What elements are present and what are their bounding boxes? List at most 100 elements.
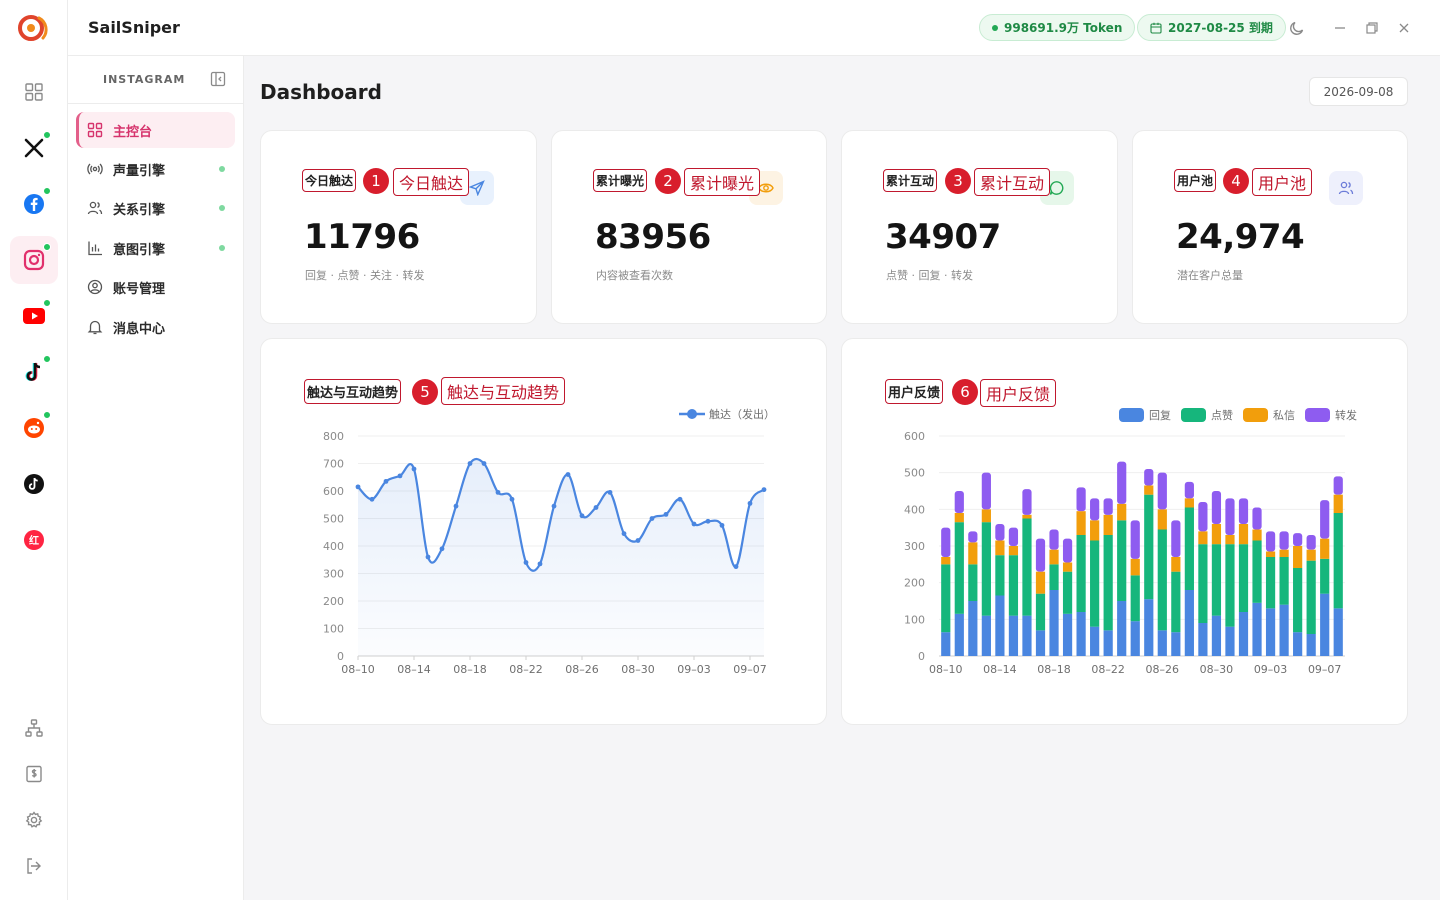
x-tick-label: 08–22 — [509, 663, 543, 676]
status-dot — [219, 245, 225, 251]
bar-segment — [941, 557, 951, 565]
data-point — [509, 496, 515, 502]
x-icon[interactable] — [10, 124, 58, 172]
bar-segment — [1035, 538, 1046, 572]
bar-segment — [1144, 599, 1154, 656]
sidebar-item-intent-engine[interactable]: 意图引擎 — [76, 230, 235, 266]
bar-segment — [981, 472, 991, 510]
bar-segment — [1320, 558, 1330, 594]
sidebar-item-relation-engine[interactable]: 关系引擎 — [76, 190, 235, 226]
data-point — [397, 473, 403, 479]
bar-segment — [1306, 535, 1316, 550]
bar-segment — [941, 527, 951, 557]
instagram-icon[interactable] — [10, 236, 58, 284]
bar-segment — [1090, 520, 1100, 541]
account-icon — [86, 278, 104, 296]
logout-icon[interactable] — [22, 854, 46, 878]
x-tick-label: 08–26 — [1146, 663, 1180, 676]
data-point — [761, 487, 767, 493]
bar-segment — [1320, 593, 1330, 656]
token-balance-badge[interactable]: 998691.9万 Token — [979, 14, 1136, 41]
tiktok-icon[interactable] — [10, 348, 58, 396]
stat-description: 内容被查看次数 — [596, 269, 673, 282]
stat-description: 潜在客户总量 — [1177, 269, 1243, 282]
bar-segment — [1211, 491, 1222, 524]
bar-segment — [1238, 498, 1249, 524]
status-dot — [43, 187, 51, 195]
bar-segment — [981, 509, 991, 523]
settings-icon[interactable] — [22, 808, 46, 832]
tiktok-alt-icon[interactable] — [10, 460, 58, 508]
annotation-badge: 3 — [945, 168, 971, 194]
y-tick-label: 700 — [323, 458, 344, 471]
y-tick-label: 800 — [323, 430, 344, 443]
bar-segment — [1252, 529, 1262, 541]
facebook-icon[interactable] — [10, 180, 58, 228]
bar-segment — [981, 522, 991, 616]
xiaohongshu-icon[interactable]: 红 — [10, 516, 58, 564]
theme-moon-icon[interactable] — [1287, 18, 1307, 38]
bar-segment — [1293, 533, 1303, 546]
bar-segment — [1279, 604, 1289, 656]
data-point — [593, 505, 599, 510]
app-title: SailSniper — [88, 18, 180, 37]
billing-icon[interactable] — [22, 762, 46, 786]
data-point — [439, 546, 445, 552]
sidebar-item-volume-engine[interactable]: 声量引擎 — [76, 151, 235, 187]
data-point — [453, 503, 459, 509]
sidebar-item-label: 消息中心 — [113, 321, 166, 337]
bar-segment — [1184, 481, 1194, 499]
stat-value: 11796 — [304, 217, 420, 257]
bar-segment — [1035, 571, 1046, 594]
bar-segment — [954, 522, 964, 614]
bar-segment — [1225, 544, 1235, 627]
bar-segment — [1320, 538, 1330, 559]
sidebar-item-message-center[interactable]: 消息中心 — [76, 309, 235, 345]
bar-segment — [1090, 626, 1100, 656]
youtube-icon[interactable] — [10, 292, 58, 340]
reddit-icon[interactable] — [10, 404, 58, 452]
bar-segment — [1333, 608, 1343, 656]
bar-segment — [968, 564, 978, 601]
bar-segment — [1035, 630, 1046, 656]
sidebar-item-label: 意图引擎 — [113, 242, 166, 258]
data-point — [481, 461, 487, 466]
sidebar-header: INSTAGRAM — [68, 56, 243, 104]
calendar-icon — [1150, 22, 1162, 34]
y-tick-label: 500 — [904, 467, 925, 480]
expiry-badge[interactable]: 2027-08-25 到期 — [1137, 14, 1286, 41]
stat-label: 累计互动 — [883, 169, 938, 192]
collapse-sidebar-icon[interactable] — [210, 71, 228, 89]
bar-segment — [1265, 531, 1276, 552]
x-tick-label: 08–18 — [453, 663, 487, 676]
restore-icon[interactable] — [1362, 18, 1382, 38]
bar-segment — [1117, 601, 1127, 656]
grid-apps-icon[interactable] — [10, 68, 58, 116]
stat-card-total-impressions: 累计曝光 2 累计曝光 83956 内容被查看次数 — [551, 130, 827, 324]
y-tick-label: 0 — [337, 650, 344, 663]
bar-segment — [1171, 571, 1181, 633]
sitemap-icon[interactable] — [22, 716, 46, 740]
bar-segment — [1049, 529, 1059, 550]
bar-segment — [1062, 571, 1073, 614]
bar-segment — [1103, 498, 1113, 515]
bar-segment — [1198, 623, 1208, 656]
sidebar-item-account-management[interactable]: 账号管理 — [76, 269, 235, 305]
annotation-badge: 2 — [655, 168, 681, 194]
bar-segment — [1238, 544, 1249, 612]
svg-text:红: 红 — [29, 534, 39, 547]
bar-segment — [1062, 562, 1073, 572]
bar-segment — [995, 540, 1005, 556]
sailsniper-logo-icon[interactable] — [17, 12, 51, 44]
stat-value: 24,974 — [1176, 217, 1305, 257]
bar-segment — [1103, 535, 1113, 631]
close-icon[interactable] — [1394, 18, 1414, 38]
sidebar-item-dashboard[interactable]: 主控台 — [76, 112, 235, 148]
stat-description: 回复 · 点赞 · 关注 · 转发 — [305, 269, 425, 282]
bar-segment — [954, 613, 964, 656]
bar-segment — [1049, 590, 1059, 656]
sidebar-item-label: 关系引擎 — [113, 202, 166, 218]
date-picker[interactable]: 2026-09-08 — [1309, 77, 1408, 106]
bar-segment — [1103, 514, 1113, 535]
minimize-icon[interactable] — [1330, 18, 1350, 38]
